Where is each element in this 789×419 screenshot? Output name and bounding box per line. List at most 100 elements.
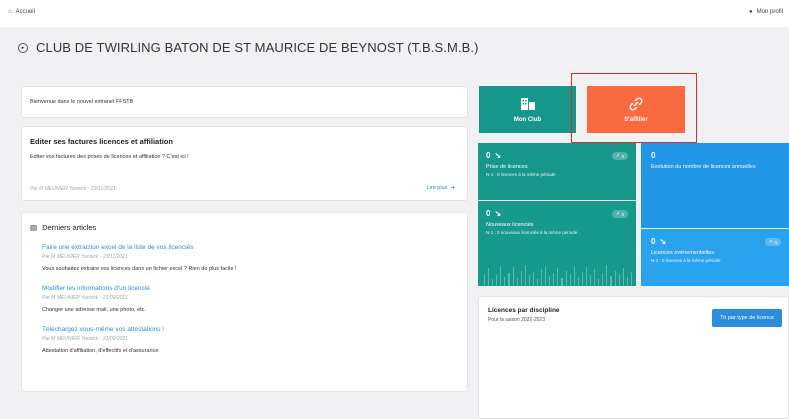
sparkline-bar (626, 277, 628, 286)
sparkline-bar (577, 277, 579, 286)
building-icon (520, 98, 535, 110)
profile-label[interactable]: Mon profil (757, 9, 783, 15)
trend-down-icon: ↘ (659, 237, 667, 246)
sparkline-bar (508, 273, 510, 286)
welcome-text: Bienvenue dans le nouvel extranet FFSTB (30, 99, 134, 105)
trend-up-icon: ↗ (615, 211, 620, 216)
sparkline-bar (488, 268, 490, 286)
sparkline-bar (594, 269, 596, 286)
stat-number: 0 (651, 237, 656, 246)
sparkline-bar (573, 266, 575, 286)
trend-down-icon: ↘ (494, 209, 502, 218)
article-link[interactable]: Modifier les informations d'un licencié (42, 285, 459, 292)
stat-number: 0 (486, 209, 491, 218)
breadcrumb-home-label[interactable]: Accueil (16, 9, 35, 15)
stat-value: 0 ↘ (651, 237, 779, 246)
sparkline-bar (541, 269, 543, 286)
invoice-meta: Par M MEUNIER Yannick - 23/11/2021 (30, 186, 116, 192)
user-icon: ● (749, 9, 753, 15)
sparkline-bar (581, 272, 583, 286)
article-item: Téléchargez vous-même vos attestations !… (42, 326, 459, 354)
invoice-text: Editer vos factures des prises de licenc… (30, 154, 189, 160)
page-title-text: CLUB DE TWIRLING BATON DE ST MAURICE DE … (36, 40, 479, 55)
sparkline-bar (512, 267, 514, 286)
sparkline-bar (614, 271, 616, 286)
trend-pill-value: 0 (621, 211, 624, 217)
trend-pill: ↗ 0 (611, 210, 628, 218)
sparkline-bar (585, 267, 588, 286)
articles-heading-text: Derniers articles (42, 223, 97, 232)
sparkline-bar (532, 272, 535, 286)
sparkline-bar (492, 279, 494, 286)
read-more-label[interactable]: Lire plus (427, 185, 448, 191)
sparkline-bar (606, 265, 608, 286)
stat-value: 0 ↘ (486, 151, 628, 160)
sparkline-bar (602, 273, 604, 286)
sparkline-bar (496, 275, 498, 286)
chevron-circle-icon: ▸ (18, 42, 28, 53)
sort-by-type-button[interactable]: Tri par type de licence (712, 309, 782, 327)
article-meta: Par M MEUNIER Yannick - 21/09/2021 (42, 336, 128, 342)
home-icon: ⌂ (8, 9, 12, 15)
arrow-right-icon: ➜ (450, 185, 455, 191)
trend-pill: ↗ 0 (611, 152, 628, 160)
article-meta: Par M MEUNIER Yannick - 23/11/2021 (42, 254, 128, 260)
sparkline-bar (504, 277, 506, 286)
article-link[interactable]: Faire une extraction excel de la liste d… (42, 244, 459, 251)
profile-link[interactable]: ● Mon profil (749, 9, 783, 15)
trend-up-icon: ↗ (768, 239, 773, 244)
sparkline-bar (520, 271, 522, 286)
sparkline-bar (565, 271, 567, 286)
sparkline-bar (622, 268, 624, 286)
sparkline-bar (549, 276, 551, 286)
breadcrumb[interactable]: ⌂ Accueil (8, 9, 35, 15)
sparkline-bar (553, 273, 555, 286)
my-club-label[interactable]: Mon Club (514, 117, 541, 123)
stat-sub: N-1 : 0 licences à la même période (651, 258, 721, 263)
sparkline-bar (484, 274, 486, 286)
sparkline-bars (484, 264, 632, 286)
article-link[interactable]: Téléchargez vous-même vos attestations ! (42, 326, 459, 333)
sparkline-bar (528, 275, 530, 286)
sparkline-bar (524, 265, 526, 286)
sparkline-bar (618, 274, 620, 286)
stat-card-evenementielles: 0 ↘ Licences événementielles N-1 : 0 lic… (641, 229, 789, 286)
sparkline-bar (557, 268, 559, 286)
stat-number: 0 (486, 151, 491, 160)
top-bar (0, 0, 789, 27)
stat-label: Prise de licences (486, 164, 528, 170)
articles-heading: ▤ Derniers articles (30, 223, 459, 232)
stat-label: Evolution du nombre de licences annuelle… (651, 164, 756, 170)
stat-value: 0 (651, 151, 779, 160)
stat-sub: N-1 : 0 nouveaux licenciés à la même pér… (486, 230, 578, 235)
article-item: Faire une extraction excel de la liste d… (42, 244, 459, 272)
sparkline-bar (569, 274, 571, 286)
article-text: Vous souhaitez extraire vos licences dan… (42, 266, 237, 272)
sparkline-bar (537, 279, 539, 286)
sparkline-bar (561, 278, 563, 286)
trend-pill-value: 0 (774, 239, 777, 245)
stat-card-evolution: 0 Evolution du nombre de licences annuel… (641, 143, 789, 228)
newspaper-icon: ▤ (30, 223, 38, 232)
sparkline-bar (500, 266, 502, 286)
my-club-tile[interactable]: Mon Club (479, 86, 576, 133)
stat-value: 0 ↘ (486, 209, 628, 218)
invoice-card: Editer ses factures licences et affiliat… (21, 126, 468, 201)
page-title: ▸ CLUB DE TWIRLING BATON DE ST MAURICE D… (18, 40, 479, 55)
article-text: Changer une adresse mail, une photo, etc… (42, 307, 146, 313)
stat-label: Licences événementielles (651, 250, 714, 256)
read-more-link[interactable]: Lire plus ➜ (427, 185, 455, 191)
sparkline-bar (630, 272, 632, 286)
sparkline-bar (598, 279, 600, 286)
articles-card: ▤ Derniers articles Faire une extraction… (21, 212, 468, 392)
sparkline-bar (545, 266, 547, 286)
trend-pill-value: 0 (621, 153, 624, 159)
highlight-box (571, 73, 697, 143)
trend-down-icon: ↘ (494, 151, 502, 160)
stat-sub: N-1 : 0 licences à la même période (486, 172, 556, 177)
trend-pill: ↗ 0 (764, 238, 781, 246)
article-item: Modifier les informations d'un licencié … (42, 285, 459, 313)
article-meta: Par M MEUNIER Yannick - 21/09/2021 (42, 295, 128, 301)
trend-up-icon: ↗ (615, 153, 620, 158)
article-text: Attestation d'affiliation, d'effectifs e… (42, 348, 159, 354)
